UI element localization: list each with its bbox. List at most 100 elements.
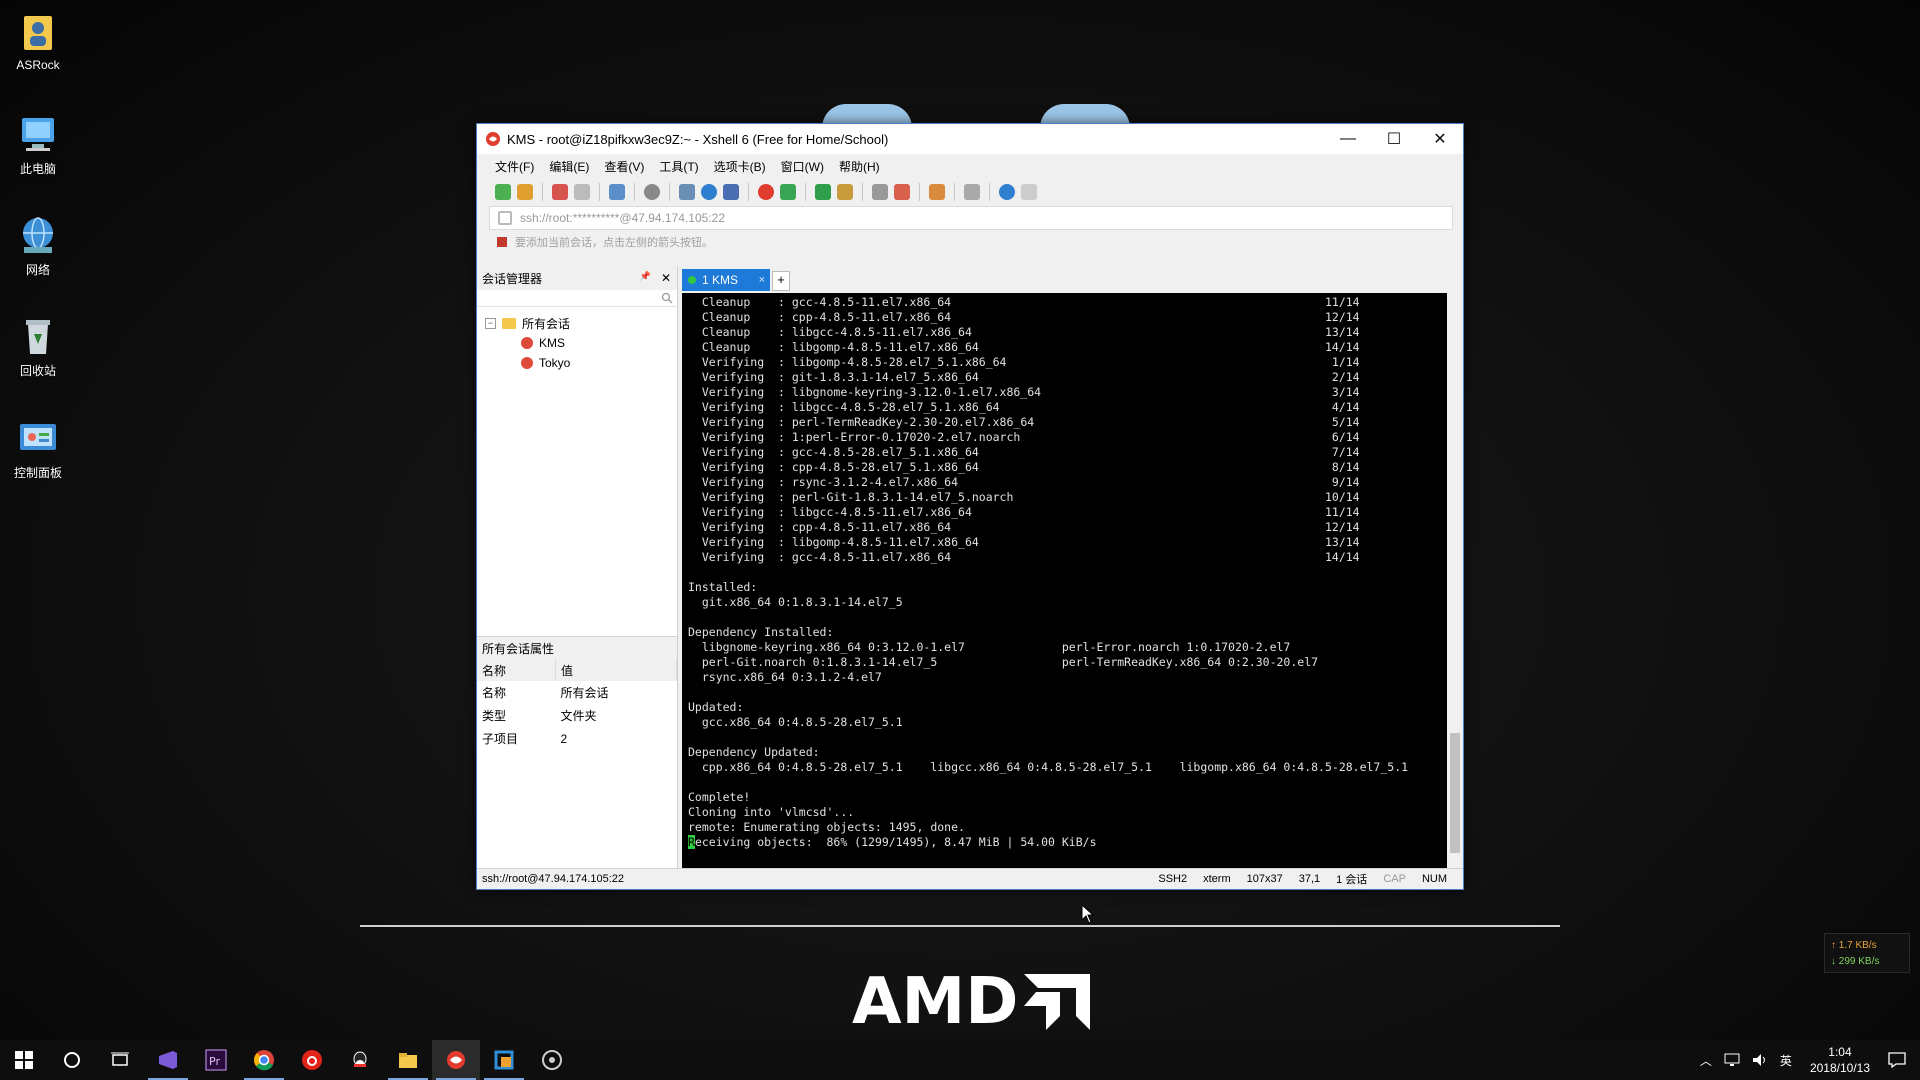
desktop-icon-this-pc[interactable]: 此电脑: [8, 112, 68, 177]
terminal-cursor: R: [688, 835, 695, 849]
terminal-output[interactable]: Cleanup : gcc-4.8.5-11.el7.x86_64 11/14 …: [682, 293, 1447, 869]
volume-icon[interactable]: [1752, 1053, 1768, 1067]
terminal-line: Updated:: [688, 700, 744, 714]
new-session-icon[interactable]: [495, 184, 511, 200]
session-search-input[interactable]: [477, 290, 677, 307]
table-row[interactable]: 类型 文件夹: [477, 704, 677, 727]
terminal-line: Dependency Updated:: [688, 745, 820, 759]
cortana-icon: [64, 1052, 80, 1068]
clock[interactable]: 1:04 2018/10/13: [1810, 1044, 1870, 1076]
maximize-button[interactable]: ☐: [1371, 124, 1417, 154]
ime-indicator[interactable]: 英: [1780, 1052, 1792, 1069]
virtualbox-icon: [494, 1050, 514, 1070]
table-row[interactable]: 名称 所有会话: [477, 681, 677, 704]
session-icon: [521, 337, 533, 349]
start-button[interactable]: [0, 1040, 48, 1080]
folder-icon: [502, 317, 516, 329]
toolbar-separator: [919, 183, 920, 201]
menu-edit[interactable]: 编辑(E): [549, 158, 589, 175]
tree-folder-all-sessions[interactable]: − 所有会话: [485, 313, 677, 333]
reconnect-icon[interactable]: [552, 184, 568, 200]
taskbar-xshell[interactable]: [432, 1040, 480, 1080]
close-button[interactable]: ✕: [1417, 124, 1463, 154]
desktop-icon-network[interactable]: 网络: [8, 213, 68, 278]
terminal-scrollbar[interactable]: [1447, 293, 1463, 869]
lock-icon[interactable]: [837, 184, 853, 200]
open-folder-icon[interactable]: [517, 184, 533, 200]
panel-close-icon[interactable]: ✕: [661, 271, 671, 285]
xshell-icon[interactable]: [758, 184, 774, 200]
tab-kms[interactable]: 1 KMS ×: [682, 269, 770, 291]
menu-view[interactable]: 查看(V): [604, 158, 644, 175]
script-icon[interactable]: [929, 184, 945, 200]
bookmark-icon[interactable]: [497, 237, 507, 247]
network-icon[interactable]: [1724, 1053, 1740, 1067]
terminal-line: Verifying : cpp-4.8.5-28.el7_5.1.x86_64 …: [688, 460, 1360, 474]
tree-item-label: KMS: [539, 336, 566, 350]
new-tab-button[interactable]: +: [772, 271, 790, 291]
upload-speed: ↑ 1.7 KB/s: [1831, 940, 1877, 951]
status-protocol: SSH2: [1158, 873, 1188, 885]
task-view-button[interactable]: [96, 1040, 144, 1080]
tree-item-kms[interactable]: KMS: [485, 333, 677, 353]
hint-text: 要添加当前会话，点击左侧的箭头按钮。: [515, 237, 713, 249]
fullscreen-icon[interactable]: [815, 184, 831, 200]
status-bar: ssh://root@47.94.174.105:22 SSH2 xterm 1…: [477, 868, 1463, 889]
lock-icon: [498, 211, 512, 225]
taskbar-qq[interactable]: [336, 1040, 384, 1080]
table-row[interactable]: 子项目 2: [477, 727, 677, 750]
taskbar-premiere[interactable]: Pr: [192, 1040, 240, 1080]
menu-help[interactable]: 帮助(H): [839, 158, 880, 175]
body-area: 会话管理器 📌 ✕ − 所有会话 KMS Tokyo 所有会话属性 名称 值 名…: [477, 266, 1463, 869]
scrollbar-thumb[interactable]: [1450, 733, 1460, 853]
minimize-button[interactable]: —: [1325, 124, 1371, 154]
tab-bar: 1 KMS × +: [682, 266, 1463, 291]
taskbar-file-explorer[interactable]: [384, 1040, 432, 1080]
desktop-icon-recycle-bin[interactable]: 回收站: [8, 314, 68, 379]
help-icon[interactable]: [999, 184, 1015, 200]
collapse-icon[interactable]: −: [485, 317, 496, 329]
toolbar-separator: [599, 183, 600, 201]
tree-item-tokyo[interactable]: Tokyo: [485, 353, 677, 373]
qq-icon: [353, 1051, 367, 1067]
highlight-icon[interactable]: [894, 184, 910, 200]
properties-table: 名称 值 名称 所有会话 类型 文件夹 子项目 2: [477, 659, 677, 750]
desktop-icon-control-panel[interactable]: 控制面板: [8, 416, 68, 481]
action-center-icon[interactable]: [1888, 1052, 1906, 1068]
options-icon[interactable]: [964, 184, 980, 200]
taskbar-netease-music[interactable]: [288, 1040, 336, 1080]
terminal-line: Cleanup : libgcc-4.8.5-11.el7.x86_64 13/…: [688, 325, 1360, 339]
status-terminal-size: 107x37: [1246, 873, 1283, 885]
menu-tab[interactable]: 选项卡(B): [714, 158, 766, 175]
mouse-pointer-icon: [1081, 904, 1095, 924]
task-view-icon: [111, 1052, 129, 1066]
find-icon[interactable]: [644, 184, 660, 200]
globe-icon[interactable]: [701, 184, 717, 200]
terminal-line: remote: Enumerating objects: 1495, done.: [688, 820, 965, 834]
desktop-icon-label: 控制面板: [13, 466, 62, 480]
menu-window[interactable]: 窗口(W): [781, 158, 824, 175]
taskbar-visual-studio[interactable]: [144, 1040, 192, 1080]
terminal-line: Cloning into 'vlmcsd'...: [688, 805, 855, 819]
keyboard-icon[interactable]: [872, 184, 888, 200]
taskbar-app[interactable]: [528, 1040, 576, 1080]
desktop-icon-asrock[interactable]: ASRock: [8, 10, 68, 72]
tab-close-icon[interactable]: ×: [759, 274, 765, 286]
address-bar[interactable]: ssh://root:**********@47.94.174.105:22: [489, 206, 1453, 230]
tray-expand-icon[interactable]: ︿: [1700, 1052, 1712, 1069]
pin-icon[interactable]: 📌: [640, 271, 651, 285]
transfer-icon[interactable]: [609, 184, 625, 200]
user-folder-icon: [16, 10, 60, 54]
disconnect-icon[interactable]: [574, 184, 590, 200]
xftp-icon[interactable]: [780, 184, 796, 200]
cortana-search-button[interactable]: [48, 1040, 96, 1080]
chat-icon[interactable]: [1021, 184, 1037, 200]
menu-tools[interactable]: 工具(T): [659, 158, 698, 175]
font-icon[interactable]: [723, 184, 739, 200]
properties-header-value: 值: [555, 659, 677, 681]
taskbar-chrome[interactable]: [240, 1040, 288, 1080]
title-bar[interactable]: KMS - root@iZ18pifkxw3ec9Z:~ - Xshell 6 …: [477, 124, 1463, 154]
layout-icon[interactable]: [679, 184, 695, 200]
taskbar-virtualbox[interactable]: [480, 1040, 528, 1080]
menu-file[interactable]: 文件(F): [495, 158, 534, 175]
